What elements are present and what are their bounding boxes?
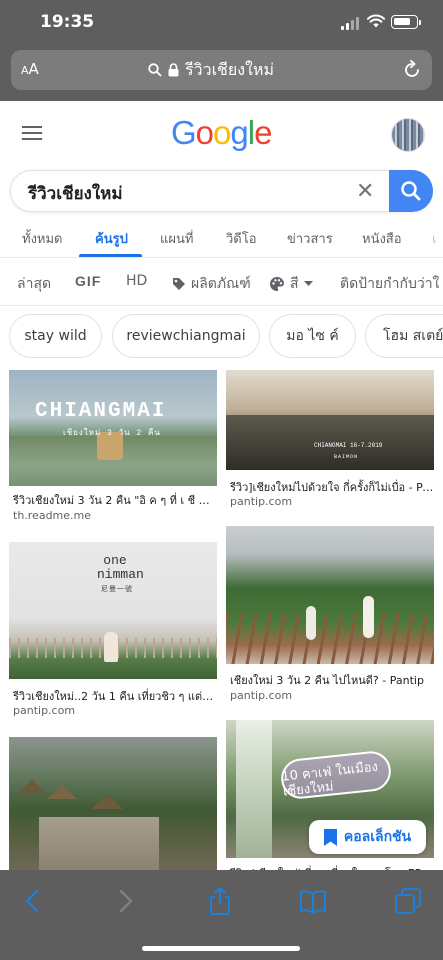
result-image (226, 526, 434, 664)
image-overlay-text: one nimman (97, 553, 144, 582)
image-overlay-text: CHIANGMAI 16-7.2019 (314, 442, 383, 449)
battery-icon (391, 15, 421, 29)
tab-more[interactable]: เ (432, 228, 436, 249)
dropdown-arrow-icon (303, 281, 313, 286)
tab-maps[interactable]: แผนที่ (160, 228, 193, 249)
related-chip[interactable]: โฮม สเตย์ (365, 314, 443, 358)
account-avatar[interactable] (391, 118, 425, 152)
logo-letter: e (254, 114, 272, 151)
tab-news[interactable]: ข่าวสาร (287, 228, 333, 249)
search-tabs: ทั้งหมด ค้นรูป แผนที่ วิดีโอ ข่าวสาร หนั… (0, 218, 443, 258)
image-result[interactable] (9, 737, 217, 870)
tab-all[interactable]: ทั้งหมด (22, 228, 63, 249)
filter-usage-rights[interactable]: ติดป้ายกำกับว่าใ (340, 273, 439, 295)
tab-videos[interactable]: วิดีโอ (226, 228, 257, 249)
cellular-signal-icon (341, 16, 361, 30)
url-display[interactable]: รีวิวเชียงใหม่ (148, 59, 274, 81)
menu-icon[interactable] (22, 126, 42, 140)
filter-products[interactable]: ผลิตภัณฑ์ (172, 273, 251, 295)
related-chip[interactable]: reviewchiangmai (112, 314, 260, 358)
chevron-left-icon[interactable] (18, 886, 48, 916)
tabs-icon[interactable] (393, 886, 423, 916)
home-indicator[interactable] (142, 946, 300, 951)
image-overlay-subtext: BAIMON (334, 454, 359, 460)
url-text: รีวิวเชียงใหม่ (185, 59, 274, 79)
status-time: 19:35 (40, 12, 95, 32)
google-logo[interactable]: Google (171, 114, 272, 152)
active-tab-indicator (79, 254, 142, 257)
search-icon (401, 181, 421, 201)
image-result[interactable]: one nimman 尼曼一號 รีวิวเชียงใหม่..2 วัน 1 … (9, 542, 217, 718)
result-title: รีวิวเชียงใหม่..2 วัน 1 คืน เที่ยวชิว ๆ … (13, 690, 217, 703)
result-title: รีวิวเชียงใหม่ 3 วัน 2 คืน "อิ ค ๆ ที่ เ… (13, 494, 215, 507)
result-image: CHIANGMAI 16-7.2019 BAIMON (226, 370, 434, 470)
image-result[interactable]: CHIANGMAI เชียงใหม่ 3 วัน 2 คืน รีวิวเชี… (9, 370, 217, 525)
result-source: pantip.com (13, 704, 76, 717)
reload-icon[interactable] (401, 59, 423, 81)
logo-letter: g (230, 114, 248, 151)
browser-top-chrome: 19:35 AA รีวิวเชียงใหม่ (0, 0, 443, 101)
result-title: เชียงใหม่ 3 วัน 2 คืน ไปไหนดี? - Pantip (230, 674, 424, 687)
search-button[interactable] (389, 170, 433, 212)
related-chip[interactable]: มอ ไซ ค์ (269, 314, 356, 358)
search-input[interactable]: รีวิวเชียงใหม่ (28, 180, 123, 207)
logo-letter: o (213, 114, 231, 151)
image-overlay-text: CHIANGMAI (35, 400, 167, 423)
result-source: pantip.com (230, 689, 293, 702)
tab-books[interactable]: หนังสือ (362, 228, 402, 249)
search-box[interactable]: รีวิวเชียงใหม่ ✕ (10, 170, 433, 212)
wifi-icon (367, 14, 385, 28)
related-chip[interactable]: stay wild (9, 314, 102, 358)
add-to-collection-button[interactable]: คอลเล็กชัน (309, 820, 426, 854)
result-title: รีวิว]เชียงใหม่ไปด้วยใจ กี่ครั้งก็ไม่เบื… (230, 481, 434, 494)
logo-letter: G (171, 114, 197, 151)
clear-icon[interactable]: ✕ (356, 179, 374, 204)
lock-icon (168, 63, 179, 77)
book-icon[interactable] (298, 886, 328, 916)
address-bar[interactable]: AA รีวิวเชียงใหม่ (11, 50, 432, 90)
share-icon[interactable] (205, 886, 235, 916)
chevron-right-icon[interactable] (110, 886, 140, 916)
reader-text-size-button[interactable]: AA (21, 60, 39, 78)
result-image (9, 737, 217, 870)
filter-gif[interactable]: GIF (75, 273, 101, 289)
palette-icon (270, 277, 284, 291)
filter-hd[interactable]: HD (126, 273, 147, 289)
image-result[interactable]: CHIANGMAI 16-7.2019 BAIMON รีวิว]เชียงให… (226, 370, 434, 510)
result-source: pantip.com (230, 495, 293, 508)
image-filter-tools: ล่าสุด GIF HD ผลิตภัณฑ์ สี ติดป้ายกำกับว… (0, 258, 443, 306)
result-image: CHIANGMAI เชียงใหม่ 3 วัน 2 คืน (9, 370, 217, 486)
tab-images[interactable]: ค้นรูป (95, 228, 128, 249)
image-overlay-subtext: เชียงใหม่ 3 วัน 2 คืน (63, 429, 161, 438)
logo-letter: o (195, 114, 214, 151)
filter-color[interactable]: สี (269, 273, 313, 295)
image-overlay-subtext: 尼曼一號 (101, 586, 133, 594)
image-result[interactable]: เชียงใหม่ 3 วัน 2 คืน ไปไหนดี? - Pantip … (226, 526, 434, 706)
result-image: one nimman 尼曼一號 (9, 542, 217, 679)
search-icon (148, 63, 162, 77)
filter-latest[interactable]: ล่าสุด (17, 273, 51, 295)
bookmark-icon (323, 828, 337, 846)
result-source: th.readme.me (13, 509, 92, 522)
tag-icon (173, 278, 185, 290)
